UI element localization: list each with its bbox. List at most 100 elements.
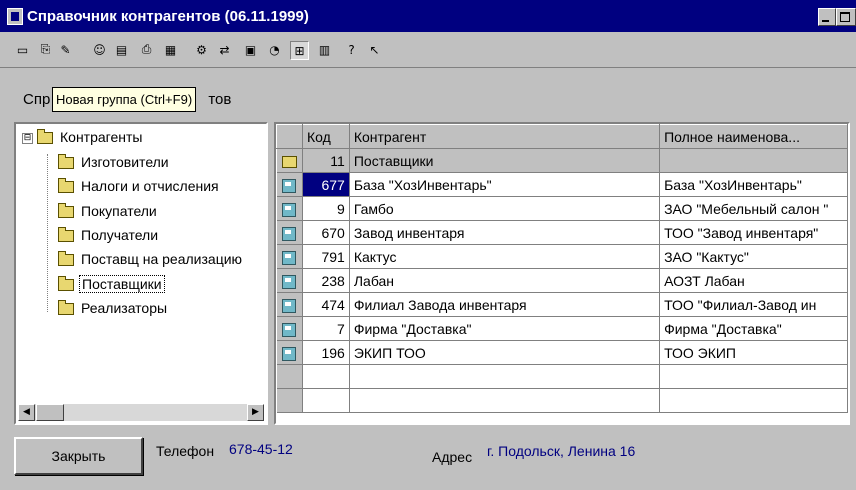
group-icon[interactable]: ▦ bbox=[162, 41, 179, 58]
maximize-button[interactable] bbox=[836, 8, 856, 26]
table-row[interactable]: 9 Гамбо ЗАО "Мебельный салон " bbox=[276, 196, 848, 221]
address-label: Адрес bbox=[432, 449, 473, 465]
tree-item-consignment-suppliers[interactable]: Поставщ на реализацию bbox=[58, 248, 244, 270]
tree-item-label: Поставщики bbox=[79, 275, 165, 293]
print-icon[interactable]: ⎙ bbox=[138, 41, 155, 58]
contractor-icon bbox=[282, 202, 297, 217]
phone-label: Телефон bbox=[156, 443, 215, 459]
group-tree[interactable]: ⊟ Контрагенты Изготовители Налоги и отчис… bbox=[14, 122, 268, 425]
empty-cell bbox=[276, 388, 303, 413]
cell-code[interactable]: 9 bbox=[302, 196, 350, 221]
empty-cell bbox=[349, 388, 661, 413]
edit-icon[interactable]: ✎ bbox=[57, 41, 74, 58]
doc-icon[interactable]: ▤ bbox=[113, 41, 130, 58]
cell-code[interactable]: 196 bbox=[302, 340, 350, 365]
cell-contractor: Поставщики bbox=[349, 148, 661, 173]
close-button[interactable]: Закрыть bbox=[14, 437, 143, 475]
cell-contractor[interactable]: Кактус bbox=[349, 244, 661, 269]
row-icon-cell bbox=[276, 268, 303, 293]
cell-code[interactable]: 7 bbox=[302, 316, 350, 341]
row-icon-cell bbox=[276, 292, 303, 317]
cell-fullname[interactable]: База "ХозИнвентарь" bbox=[659, 172, 848, 197]
header-contractor[interactable]: Контрагент bbox=[348, 124, 661, 149]
cell-contractor[interactable]: Лабан bbox=[349, 268, 661, 293]
settings-icon[interactable]: ⚙ bbox=[193, 41, 210, 58]
folder-icon bbox=[58, 178, 74, 194]
user-icon[interactable]: ☺ bbox=[91, 41, 108, 58]
phone-value: 678-45-12 bbox=[229, 441, 293, 457]
cell-contractor[interactable]: ЭКИП ТОО bbox=[349, 340, 661, 365]
new-icon[interactable]: ▭ bbox=[14, 41, 31, 58]
tree-mode-icon[interactable]: ⊞ bbox=[290, 41, 309, 60]
cell-fullname[interactable]: ТОО ЭКИП bbox=[659, 340, 848, 365]
cell-fullname[interactable]: АОЗТ Лабан bbox=[659, 268, 848, 293]
empty-cell bbox=[349, 364, 661, 389]
tree-item-recipients[interactable]: Получатели bbox=[58, 224, 160, 246]
cell-contractor[interactable]: Филиал Завода инвентаря bbox=[349, 292, 661, 317]
tree-connector bbox=[47, 154, 48, 312]
cell-fullname[interactable]: ЗАО "Кактус" bbox=[659, 244, 848, 269]
cell-fullname[interactable]: ЗАО "Мебельный салон " bbox=[659, 196, 848, 221]
hierarchy-icon[interactable]: ▥ bbox=[316, 41, 333, 58]
folder-icon bbox=[58, 154, 74, 170]
tree-horizontal-scrollbar[interactable]: ◀ ▶ bbox=[18, 404, 264, 421]
cell-code[interactable]: 677 bbox=[302, 172, 350, 197]
header-icon-column bbox=[276, 124, 303, 149]
contractors-table[interactable]: Код Контрагент Полное наименова... 11 По… bbox=[274, 122, 850, 425]
group-row[interactable]: 11 Поставщики bbox=[276, 148, 848, 173]
cell-code[interactable]: 670 bbox=[302, 220, 350, 245]
help-icon[interactable]: ? bbox=[343, 41, 360, 58]
move-icon[interactable]: ⇄ bbox=[216, 41, 233, 58]
app-icon[interactable] bbox=[7, 8, 23, 25]
cell-contractor[interactable]: Завод инвентаря bbox=[349, 220, 661, 245]
cell-code[interactable]: 238 bbox=[302, 268, 350, 293]
contractor-icon bbox=[282, 226, 297, 241]
header-code[interactable]: Код bbox=[301, 124, 350, 149]
cell-fullname[interactable]: ТОО "Завод инвентаря" bbox=[659, 220, 848, 245]
empty-cell bbox=[302, 364, 350, 389]
header-fullname[interactable]: Полное наименова... bbox=[659, 124, 848, 149]
cell-code[interactable]: 474 bbox=[302, 292, 350, 317]
cell-code[interactable]: 791 bbox=[302, 244, 350, 269]
tree-item-manufacturers[interactable]: Изготовители bbox=[58, 151, 171, 173]
empty-cell bbox=[302, 388, 350, 413]
cell-contractor[interactable]: Фирма "Доставка" bbox=[349, 316, 661, 341]
collapse-icon[interactable]: ⊟ bbox=[22, 132, 33, 144]
tree-item-label: Реализаторы bbox=[81, 300, 168, 316]
tree-root[interactable]: ⊟ Контрагенты bbox=[22, 126, 144, 148]
folder-icon bbox=[58, 203, 74, 219]
tree-item-resellers[interactable]: Реализаторы bbox=[58, 297, 169, 319]
tree-item-label: Изготовители bbox=[81, 154, 169, 170]
table-row[interactable]: 791 Кактус ЗАО "Кактус" bbox=[276, 244, 848, 269]
copy-icon[interactable]: ⎘ bbox=[37, 41, 54, 58]
minimize-button[interactable] bbox=[818, 8, 836, 26]
table-row[interactable]: 670 Завод инвентаря ТОО "Завод инвентаря… bbox=[276, 220, 848, 245]
table-row[interactable]: 7 Фирма "Доставка" Фирма "Доставка" bbox=[276, 316, 848, 341]
cell-contractor[interactable]: Гамбо bbox=[349, 196, 661, 221]
pointer-help-icon[interactable]: ↖ bbox=[366, 41, 383, 58]
cell-fullname[interactable]: Фирма "Доставка" bbox=[659, 316, 848, 341]
cell-fullname[interactable]: ТОО "Филиал-Завод ин bbox=[659, 292, 848, 317]
folder-icon bbox=[58, 251, 74, 267]
open-icon[interactable]: ▣ bbox=[242, 41, 259, 58]
scroll-thumb[interactable] bbox=[36, 404, 64, 421]
history-icon[interactable]: ◔ bbox=[266, 41, 283, 58]
tree-item-buyers[interactable]: Покупатели bbox=[58, 200, 159, 222]
table-row[interactable]: 677 База "ХозИнвентарь" База "ХозИнвента… bbox=[276, 172, 848, 197]
tree-item-label: Поставщ на реализацию bbox=[81, 251, 243, 267]
table-row[interactable]: 474 Филиал Завода инвентаря ТОО "Филиал-… bbox=[276, 292, 848, 317]
cell-contractor[interactable]: База "ХозИнвентарь" bbox=[349, 172, 661, 197]
tree-item-label: Покупатели bbox=[81, 203, 157, 219]
contractor-icon bbox=[282, 298, 297, 313]
caption-prefix: Спр bbox=[23, 91, 51, 108]
tree-item-suppliers[interactable]: Поставщики bbox=[58, 273, 165, 295]
scroll-right-icon[interactable]: ▶ bbox=[247, 404, 264, 421]
tooltip: Новая группа (Ctrl+F9) bbox=[52, 87, 197, 112]
folder-icon bbox=[58, 276, 74, 292]
tree-item-taxes[interactable]: Налоги и отчисления bbox=[58, 175, 221, 197]
folder-icon bbox=[58, 227, 74, 243]
table-row[interactable]: 238 Лабан АОЗТ Лабан bbox=[276, 268, 848, 293]
table-row[interactable]: 196 ЭКИП ТОО ТОО ЭКИП bbox=[276, 340, 848, 365]
scroll-left-icon[interactable]: ◀ bbox=[18, 404, 35, 421]
tree-root-label: Контрагенты bbox=[60, 129, 143, 145]
